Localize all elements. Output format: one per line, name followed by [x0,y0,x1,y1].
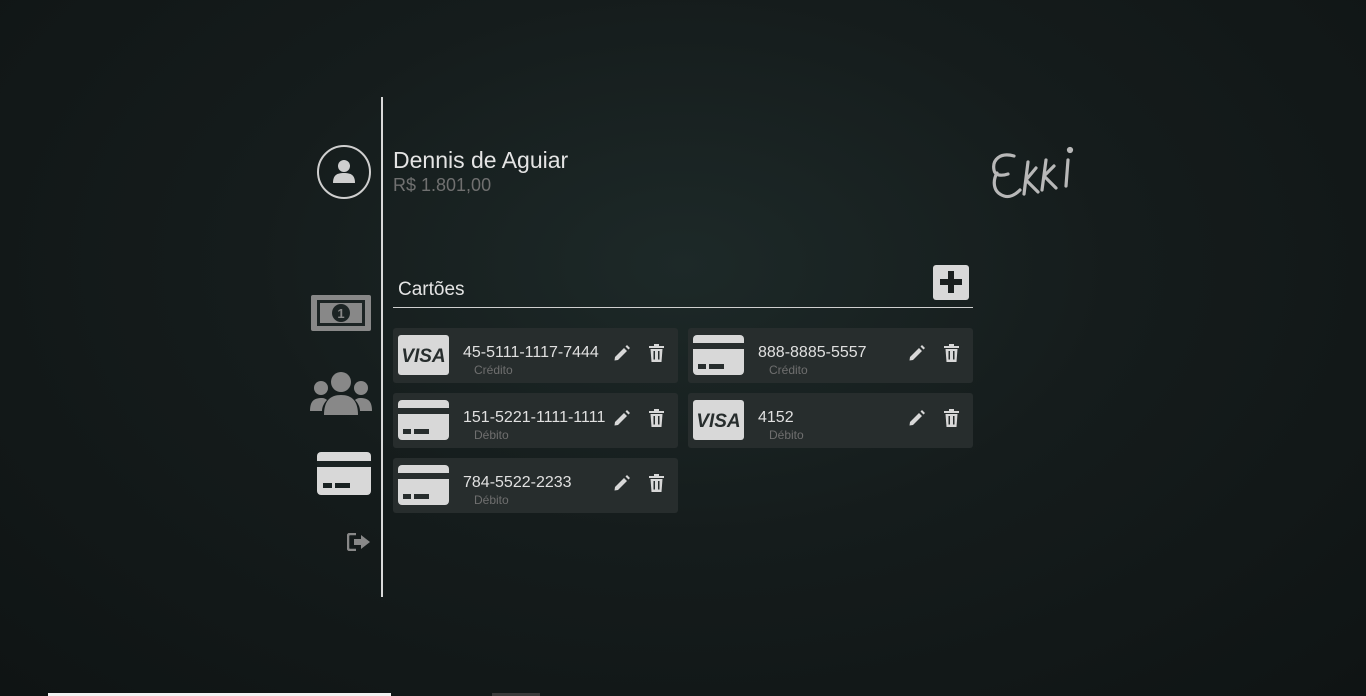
card-type: Crédito [474,363,513,377]
edit-icon[interactable] [613,474,631,497]
user-icon [333,160,355,183]
sidebar-divider [381,97,383,597]
credit-card-icon [398,400,449,440]
edit-icon[interactable] [908,344,926,367]
money-bill-icon[interactable]: 1 [311,295,371,336]
edit-icon[interactable] [908,409,926,432]
visa-logo: VISA [693,400,744,440]
credit-card-icon [693,335,744,375]
edit-icon[interactable] [613,344,631,367]
trash-icon[interactable] [649,344,664,367]
card-number: 4152 [758,409,794,426]
users-icon[interactable] [310,371,372,420]
sign-out-icon[interactable] [346,532,371,556]
cards-section-title: Cartões [398,279,465,300]
card-number: 151-5221-1111-1111 [463,409,606,426]
card-type: Débito [769,428,804,442]
plus-icon [940,271,962,293]
ekki-logo [990,140,1086,207]
card-type: Débito [474,493,509,507]
section-divider [393,307,973,308]
avatar[interactable] [317,145,371,199]
card-number: 784-5522-2233 [463,474,572,491]
card-item[interactable]: VISA 45-5111-1117-7444 Crédito [393,328,678,383]
svg-text:VISA: VISA [696,411,740,432]
card-item[interactable]: 151-5221-1111-1111 Débito [393,393,678,448]
svg-text:1: 1 [337,306,344,321]
trash-icon[interactable] [944,409,959,432]
svg-text:VISA: VISA [401,346,445,367]
edit-icon[interactable] [613,409,631,432]
trash-icon[interactable] [649,474,664,497]
card-item[interactable]: 784-5522-2233 Débito [393,458,678,513]
visa-logo: VISA [398,335,449,375]
trash-icon[interactable] [649,409,664,432]
credit-card-icon[interactable] [317,452,371,500]
card-item[interactable]: VISA 4152 Débito [688,393,973,448]
credit-card-icon [398,465,449,505]
user-balance: R$ 1.801,00 [393,175,492,195]
card-number: 888-8885-5557 [758,344,867,361]
trash-icon[interactable] [944,344,959,367]
card-item[interactable]: 888-8885-5557 Crédito [688,328,973,383]
card-number: 45-5111-1117-7444 [463,344,599,361]
user-name: Dennis de Aguiar [393,147,569,173]
card-type: Débito [474,428,509,442]
card-type: Crédito [769,363,808,377]
add-card-button[interactable] [933,265,969,300]
